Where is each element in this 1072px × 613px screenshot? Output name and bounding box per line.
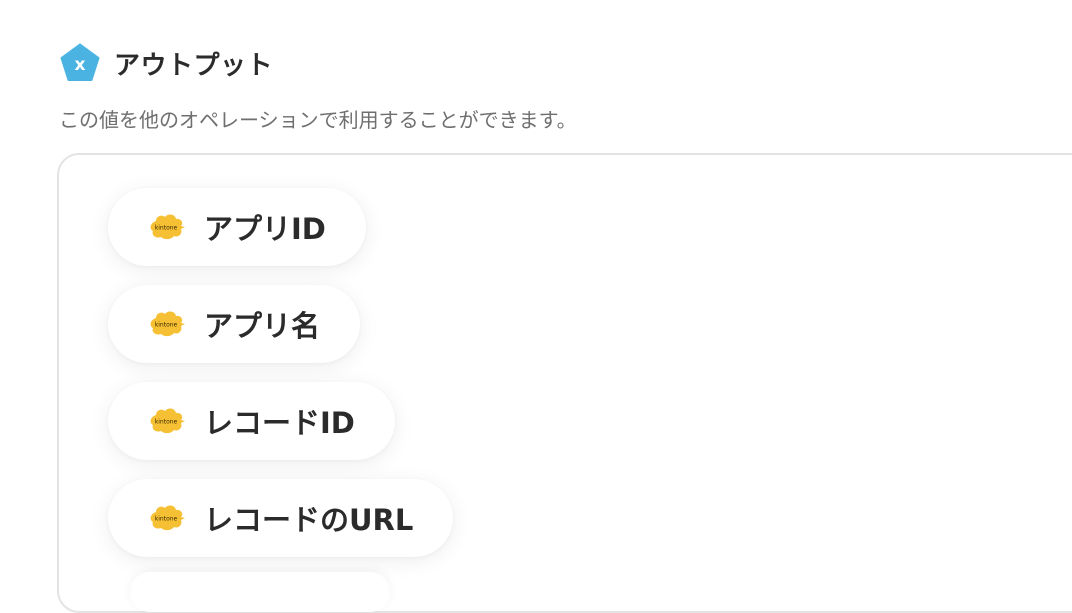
output-item-app-name[interactable]: kintone アプリ名 xyxy=(108,285,361,363)
output-label: レコードID xyxy=(204,406,355,440)
output-label: アプリ名 xyxy=(204,309,321,343)
output-item-partial[interactable] xyxy=(130,572,390,612)
section-description: この値を他のオペレーションで利用することができます。 xyxy=(59,108,577,132)
variable-x-icon: x xyxy=(60,43,100,81)
output-label: アプリID xyxy=(204,212,326,246)
svg-text:x: x xyxy=(75,55,86,75)
kintone-logo-icon: kintone xyxy=(150,408,185,434)
svg-text:kintone: kintone xyxy=(155,516,178,523)
section-title: アウトプット xyxy=(114,50,274,81)
svg-text:kintone: kintone xyxy=(155,225,178,232)
output-item-record-url[interactable]: kintone レコードのURL xyxy=(108,479,454,557)
output-item-record-id[interactable]: kintone レコードID xyxy=(108,382,395,460)
output-label: レコードのURL xyxy=(204,503,414,537)
kintone-logo-icon: kintone xyxy=(150,311,185,337)
kintone-logo-icon: kintone xyxy=(150,505,185,531)
kintone-logo-icon: kintone xyxy=(150,214,185,240)
svg-text:kintone: kintone xyxy=(155,419,178,426)
output-item-app-id[interactable]: kintone アプリID xyxy=(108,188,366,266)
svg-text:kintone: kintone xyxy=(155,322,178,329)
section-header: x アウトプット xyxy=(60,43,273,83)
